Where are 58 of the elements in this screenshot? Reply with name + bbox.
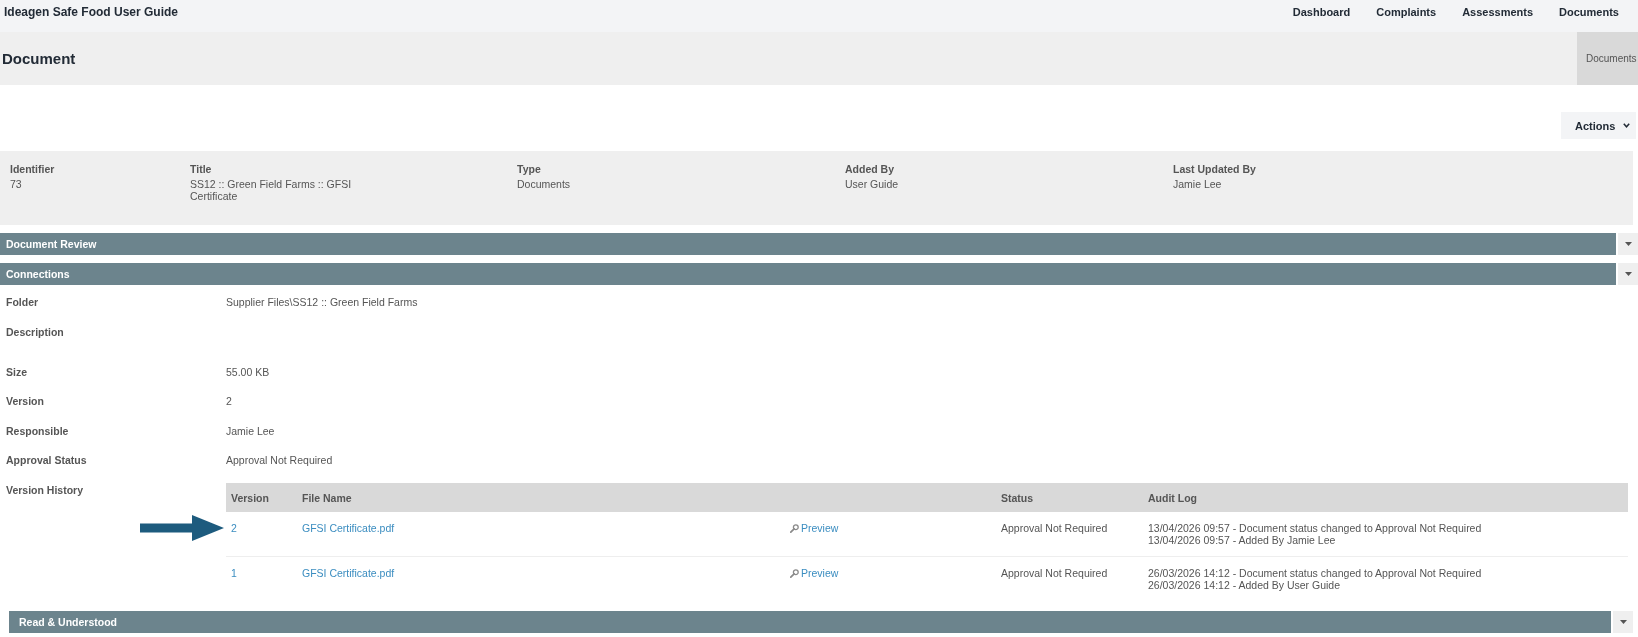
- audit-log-entry: 26/03/2026 14:12 - Document status changed to Approval Not Required: [1148, 567, 1483, 579]
- field-label: Size: [5, 364, 28, 380]
- status-text: Approval Not Required: [1001, 522, 1109, 534]
- column-header: Status: [996, 483, 1143, 512]
- summary-label: Type: [517, 163, 542, 176]
- section-header[interactable]: Document Review: [0, 233, 1616, 255]
- status-text: Approval Not Required: [1001, 567, 1109, 579]
- field-label: Description: [5, 324, 65, 340]
- dropdown-button[interactable]: [1618, 263, 1638, 285]
- caret-icon: [1624, 272, 1632, 276]
- section-header[interactable]: Read & Understood: [9, 611, 1611, 633]
- nav-link[interactable]: Documents: [1559, 5, 1619, 19]
- file-link[interactable]: GFSI Certificate.pdf: [302, 522, 395, 534]
- preview-link[interactable]: Preview: [790, 522, 839, 534]
- audit-log-entry: 13/04/2026 09:57 - Added By Jamie Lee: [1148, 534, 1337, 546]
- column-header: Version: [226, 483, 297, 512]
- nav-link[interactable]: Complaints: [1376, 5, 1437, 19]
- summary-label: Added By: [845, 163, 895, 176]
- field-value: Approval Not Required: [226, 453, 333, 469]
- file-link[interactable]: GFSI Certificate.pdf: [302, 567, 395, 579]
- audit-log-entry: 26/03/2026 14:12 - Added By User Guide: [1148, 579, 1342, 591]
- summary-label: Title: [190, 163, 213, 176]
- page-title: Document: [2, 50, 76, 67]
- field-value: 2: [226, 394, 232, 410]
- search-icon: [790, 523, 799, 533]
- dropdown-button[interactable]: [1618, 233, 1638, 255]
- summary-label: Identifier: [10, 163, 56, 176]
- summary-value: Documents: [517, 178, 572, 190]
- column-header: Audit Log: [1143, 483, 1628, 512]
- app-title: Ideagen Safe Food User Guide: [4, 5, 179, 19]
- field-label: Version: [5, 394, 45, 410]
- field-label: Folder: [5, 295, 40, 311]
- field-value: 55.00 KB: [226, 364, 270, 380]
- caret-icon: [1624, 242, 1632, 246]
- column-header: File Name: [297, 483, 785, 512]
- nav-link[interactable]: Dashboard: [1292, 5, 1351, 19]
- summary-value: Jamie Lee: [1173, 178, 1223, 190]
- summary-value: SS12 :: Green Field Farms :: GFSI Certificate: [190, 178, 353, 202]
- search-icon: [790, 568, 799, 578]
- field-value: Supplier Files\SS12 :: Green Field Farms: [226, 295, 418, 311]
- nav-link[interactable]: Assessments: [1462, 5, 1534, 19]
- field-label: Responsible: [5, 423, 70, 439]
- field-label: Version History: [5, 482, 85, 498]
- section-header[interactable]: Connections: [0, 263, 1616, 285]
- preview-link[interactable]: Preview: [790, 567, 839, 579]
- summary-value: 73: [10, 178, 23, 190]
- summary-value: User Guide: [845, 178, 900, 190]
- field-value: Jamie Lee: [226, 423, 275, 439]
- actions-button[interactable]: Actions: [1561, 112, 1636, 139]
- breadcrumb-link[interactable]: Documents: [1577, 32, 1638, 85]
- chevron-down-icon: [1623, 123, 1631, 128]
- version-link[interactable]: 2: [231, 522, 237, 534]
- version-link[interactable]: 1: [231, 567, 237, 579]
- summary-label: Last Updated By: [1173, 163, 1257, 176]
- field-label: Approval Status: [5, 453, 88, 469]
- dropdown-button[interactable]: [1613, 611, 1633, 633]
- caret-icon: [1619, 620, 1627, 624]
- audit-log-entry: 13/04/2026 09:57 - Document status changed to Approval Not Required: [1148, 522, 1483, 534]
